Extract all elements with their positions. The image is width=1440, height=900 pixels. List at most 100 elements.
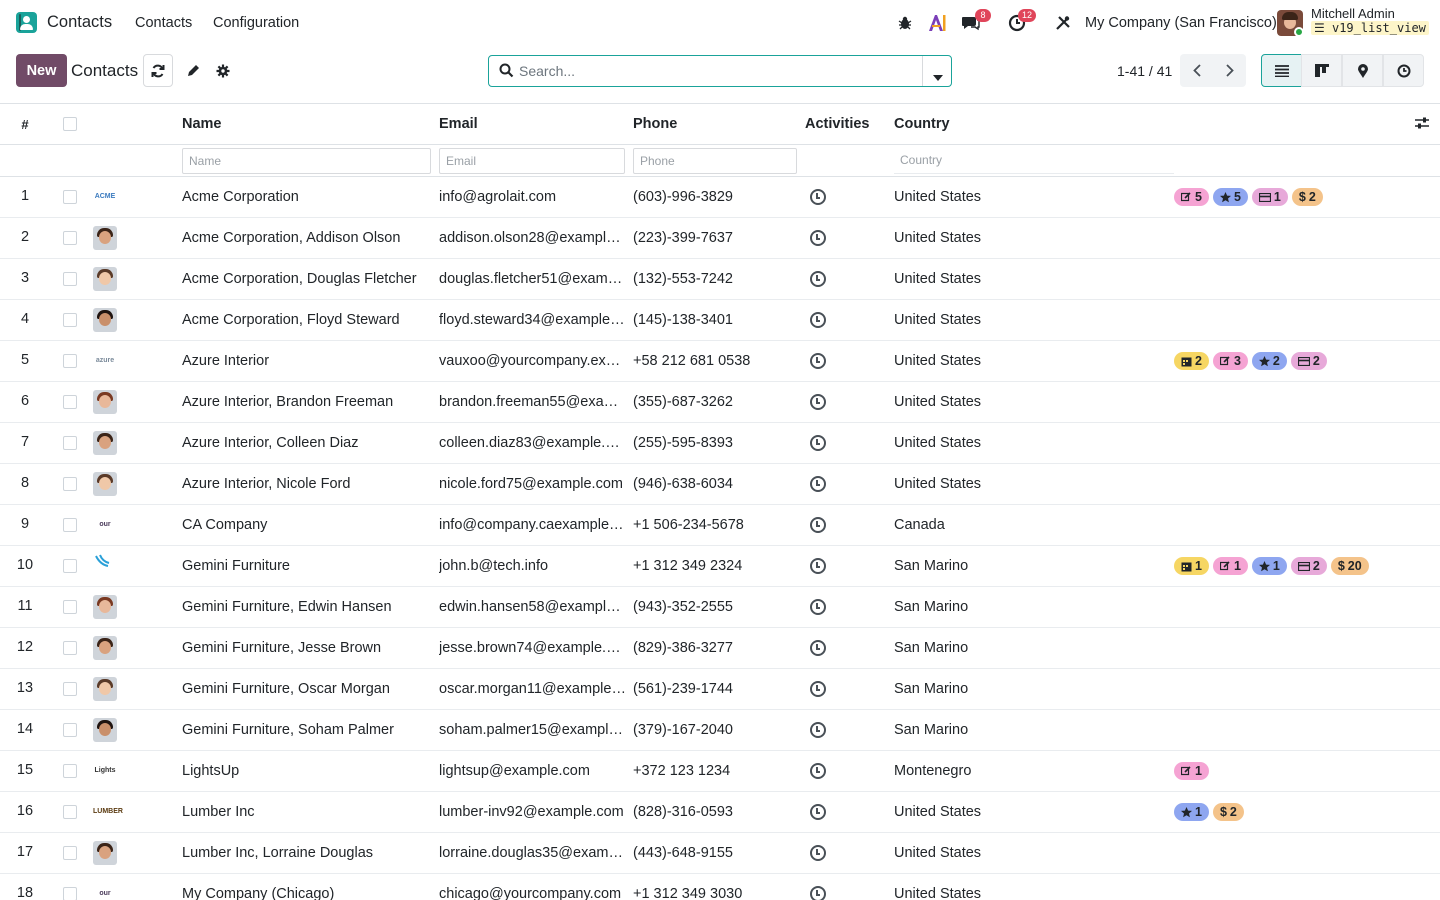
select-all-checkbox[interactable] [63,117,77,132]
contact-name-cell[interactable]: LightsUp [182,751,439,792]
contact-phone-cell[interactable]: (223)-399-7637 [633,218,805,259]
card-count-badge[interactable]: 2 [1290,557,1327,575]
contact-phone-cell[interactable]: (943)-352-2555 [633,587,805,628]
row-checkbox[interactable] [63,805,77,820]
contact-country-cell[interactable]: United States [894,259,1174,300]
contact-country-cell[interactable]: United States [894,382,1174,423]
contact-country-cell[interactable]: United States [894,792,1174,833]
contact-country-cell[interactable]: United States [894,464,1174,505]
activity-clock-icon[interactable] [810,394,826,411]
table-row[interactable]: 9 our CA Company info@company.caexample.com… [0,505,1440,546]
user-name[interactable]: Mitchell Admin [1311,6,1395,21]
activity-clock-icon[interactable] [810,517,826,534]
contact-country-cell[interactable]: San Marino [894,628,1174,669]
contact-country-cell[interactable]: United States [894,874,1174,900]
row-checkbox[interactable] [63,846,77,861]
table-row[interactable]: 3 Acme Corporation, Douglas Fletcher dougl… [0,259,1440,300]
row-checkbox[interactable] [63,682,77,697]
contact-email-cell[interactable]: info@agrolait.com [439,177,633,218]
contact-email-cell[interactable]: nicole.ford75@example.com [439,464,633,505]
contact-phone-cell[interactable]: (145)-138-3401 [633,300,805,341]
contact-country-cell[interactable]: United States [894,218,1174,259]
table-row[interactable]: 6 Azure Interior, Brandon Freeman brandon.… [0,382,1440,423]
table-row[interactable]: 5 azure Azure Interior vauxoo@yourcompany.e… [0,341,1440,382]
contact-name-cell[interactable]: Gemini Furniture [182,546,439,587]
tools-icon[interactable] [1053,12,1073,34]
contact-email-cell[interactable]: lightsup@example.com [439,751,633,792]
table-row[interactable]: 14 Gemini Furniture, Soham Palmer soham.pa… [0,710,1440,751]
row-checkbox[interactable] [63,600,77,615]
contact-email-cell[interactable]: douglas.fletcher51@example.com [439,259,633,300]
table-row[interactable]: 13 Gemini Furniture, Oscar Morgan oscar.mo… [0,669,1440,710]
activity-clock-icon[interactable] [810,476,826,493]
table-row[interactable]: 2 Acme Corporation, Addison Olson addison.… [0,218,1440,259]
contact-phone-cell[interactable]: +372 123 1234 [633,751,805,792]
menu-contacts[interactable]: Contacts [135,15,192,31]
contact-email-cell[interactable]: john.b@tech.info [439,546,633,587]
card-count-badge[interactable]: 2 [1290,352,1327,370]
column-header-email[interactable]: Email [439,104,633,145]
contact-phone-cell[interactable]: +1 312 349 2324 [633,546,805,587]
contact-name-cell[interactable]: Acme Corporation, Addison Olson [182,218,439,259]
contact-country-cell[interactable]: San Marino [894,587,1174,628]
contact-email-cell[interactable]: floyd.steward34@example.com [439,300,633,341]
pager-previous-icon[interactable] [1180,54,1213,87]
contact-country-cell[interactable]: Canada [894,505,1174,546]
contact-email-cell[interactable]: info@company.caexample.com [439,505,633,546]
contact-name-cell[interactable]: Gemini Furniture, Edwin Hansen [182,587,439,628]
activity-clock-icon[interactable] [810,763,826,780]
contact-email-cell[interactable]: soham.palmer15@example.com [439,710,633,751]
contact-email-cell[interactable]: vauxoo@yourcompany.example.com [439,341,633,382]
contact-name-cell[interactable]: My Company (Chicago) [182,874,439,900]
contact-phone-cell[interactable]: (828)-316-0593 [633,792,805,833]
contact-phone-cell[interactable]: (379)-167-2040 [633,710,805,751]
contact-country-cell[interactable]: San Marino [894,710,1174,751]
phone-filter-input[interactable] [633,147,797,174]
contact-email-cell[interactable]: chicago@yourcompany.com [439,874,633,900]
contact-email-cell[interactable]: brandon.freeman55@example.com [439,382,633,423]
new-button[interactable]: New [16,54,67,87]
table-row[interactable]: 17 Lumber Inc, Lorraine Douglas lorraine.d… [0,833,1440,874]
row-checkbox[interactable] [63,518,77,533]
activity-clock-icon[interactable] [810,230,826,247]
contact-phone-cell[interactable]: +1 312 349 3030 [633,874,805,900]
company-switcher[interactable]: My Company (San Francisco) [1085,15,1277,31]
contact-country-cell[interactable]: United States [894,341,1174,382]
activity-clock-icon[interactable] [810,722,826,739]
activity-clock-icon[interactable] [810,312,826,329]
star-count-badge[interactable]: 5 [1212,188,1248,206]
contact-email-cell[interactable]: jesse.brown74@example.com [439,628,633,669]
activity-clock-icon[interactable] [810,640,826,657]
contact-name-cell[interactable]: CA Company [182,505,439,546]
row-checkbox[interactable] [63,641,77,656]
money-count-badge[interactable]: $20 [1330,557,1369,575]
contact-name-cell[interactable]: Gemini Furniture, Jesse Brown [182,628,439,669]
row-checkbox[interactable] [63,231,77,246]
row-checkbox[interactable] [63,354,77,369]
column-header-country[interactable]: Country [894,104,1174,145]
activity-clock-icon[interactable] [810,599,826,616]
activity-view-icon[interactable] [1383,54,1424,87]
cal-count-badge[interactable]: 1 [1174,557,1209,575]
contact-name-cell[interactable]: Acme Corporation [182,177,439,218]
contact-name-cell[interactable]: Lumber Inc [182,792,439,833]
contact-phone-cell[interactable]: (255)-595-8393 [633,423,805,464]
contacts-app-icon[interactable] [16,12,37,33]
edit-count-badge[interactable]: 1 [1174,762,1209,780]
contact-email-cell[interactable]: edwin.hansen58@example.com [439,587,633,628]
star-count-badge[interactable]: 1 [1174,803,1209,821]
contact-phone-cell[interactable]: (603)-996-3829 [633,177,805,218]
row-checkbox[interactable] [63,887,77,900]
table-row[interactable]: 1 ACME Acme Corporation info@agrolait.com (6… [0,177,1440,218]
contact-country-cell[interactable]: United States [894,300,1174,341]
activity-clock-icon[interactable] [810,189,826,206]
star-count-badge[interactable]: 1 [1251,557,1287,575]
contact-email-cell[interactable]: oscar.morgan11@example.com [439,669,633,710]
row-checkbox[interactable] [63,723,77,738]
row-checkbox[interactable] [63,436,77,451]
contact-phone-cell[interactable]: (355)-687-3262 [633,382,805,423]
row-checkbox[interactable] [63,395,77,410]
contact-name-cell[interactable]: Acme Corporation, Floyd Steward [182,300,439,341]
contact-country-cell[interactable]: Montenegro [894,751,1174,792]
contact-email-cell[interactable]: lumber-inv92@example.com [439,792,633,833]
